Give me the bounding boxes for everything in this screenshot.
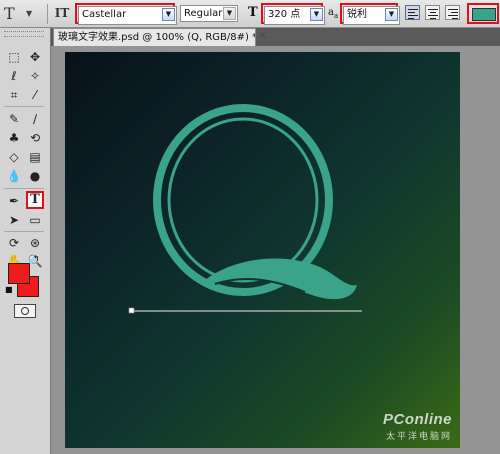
- options-bar: T ▼ IT Castellar ▼ Regular ▼ T 320 点 ▼ a…: [0, 0, 500, 28]
- tool-preset-picker[interactable]: T ▼: [4, 3, 44, 24]
- crop-tool-icon[interactable]: ⌗: [5, 86, 23, 104]
- clone-stamp-icon[interactable]: ♣: [5, 129, 23, 147]
- 3d-orbit-icon[interactable]: ⊛: [26, 234, 44, 252]
- default-colors-icon[interactable]: ■: [5, 285, 13, 294]
- font-size-highlight: 320 点 ▼: [261, 3, 325, 25]
- font-family-select[interactable]: Castellar ▼: [78, 6, 177, 25]
- eyedropper-icon[interactable]: ⁄: [26, 86, 44, 104]
- chevron-down-icon[interactable]: ▼: [385, 8, 398, 21]
- align-center-icon: [428, 9, 438, 10]
- watermark-logo: PConline: [382, 411, 452, 428]
- antialias-value: 锐利: [347, 9, 367, 20]
- font-family-value: Castellar: [82, 9, 127, 20]
- font-size-select[interactable]: 320 点 ▼: [264, 6, 325, 25]
- font-style-value: Regular: [184, 8, 223, 19]
- swap-colors-icon[interactable]: ↰: [33, 254, 40, 263]
- divider: [47, 4, 48, 24]
- type-tool-icon[interactable]: T: [26, 191, 44, 209]
- font-family-highlight: Castellar ▼: [75, 3, 177, 25]
- divider: [4, 106, 44, 107]
- 3d-rotate-icon[interactable]: ⟳: [5, 234, 23, 252]
- eraser-tool-icon[interactable]: ◇: [5, 148, 23, 166]
- chevron-down-icon[interactable]: ▼: [162, 8, 175, 21]
- antialias-highlight: 锐利 ▼: [340, 3, 400, 25]
- chevron-down-icon: ▼: [26, 9, 33, 18]
- q-glyph-layer: [128, 104, 362, 314]
- text-anchor-handle[interactable]: [128, 307, 135, 314]
- font-size-value: 320 点: [268, 9, 301, 20]
- q-inner-ring: [167, 117, 319, 283]
- text-orientation-toggle[interactable]: IT: [52, 4, 72, 24]
- document-tab[interactable]: 玻璃文字效果.psd @ 100% (Q, RGB/8#) *: [53, 28, 256, 46]
- align-left-icon: [408, 9, 418, 10]
- quick-mask-icon[interactable]: [14, 304, 36, 318]
- watermark-subtitle: 太平洋电脑网: [385, 432, 452, 442]
- close-icon[interactable]: ×: [258, 29, 270, 43]
- brush-tool-icon[interactable]: ∕: [26, 110, 44, 128]
- chevron-down-icon[interactable]: ▼: [223, 7, 236, 20]
- marquee-tool-icon[interactable]: ⬚: [5, 48, 23, 66]
- watermark: PConline 太平洋电脑网: [383, 411, 452, 442]
- divider: [4, 231, 44, 232]
- align-right-button[interactable]: [445, 5, 460, 20]
- type-tool-icon: T: [4, 4, 15, 23]
- font-size-icon: T: [248, 5, 258, 20]
- font-style-select[interactable]: Regular ▼: [180, 5, 238, 22]
- lasso-tool-icon[interactable]: ℓ: [5, 67, 23, 85]
- healing-brush-icon[interactable]: ✎: [5, 110, 23, 128]
- panel-grip[interactable]: [4, 31, 44, 37]
- divider: [4, 188, 44, 189]
- blur-tool-icon[interactable]: 💧: [5, 167, 23, 185]
- path-selection-icon[interactable]: ➤: [5, 211, 23, 229]
- gradient-tool-icon[interactable]: ▤: [26, 148, 44, 166]
- chevron-down-icon[interactable]: ▼: [310, 8, 323, 21]
- text-orientation-icon: IT: [54, 6, 70, 20]
- document-canvas[interactable]: PConline 太平洋电脑网: [65, 52, 460, 448]
- align-right-icon: [448, 9, 458, 10]
- text-color-highlight: [467, 3, 499, 24]
- tools-panel: ⬚ ✥ ℓ ✧ ⌗ ⁄ ✎ ∕ ♣ ⟲ ◇ ▤ 💧 ● ✒ T ➤ ▭ ⟳ ⊛ …: [0, 28, 51, 454]
- move-tool-icon[interactable]: ✥: [26, 48, 44, 66]
- magic-wand-icon[interactable]: ✧: [26, 67, 44, 85]
- shape-tool-icon[interactable]: ▭: [26, 211, 44, 229]
- foreground-color-swatch[interactable]: [8, 263, 30, 284]
- history-brush-icon[interactable]: ⟲: [26, 129, 44, 147]
- dodge-tool-icon[interactable]: ●: [26, 167, 44, 185]
- document-tab-title: 玻璃文字效果.psd @ 100% (Q, RGB/8#) *: [58, 32, 256, 43]
- pen-tool-icon[interactable]: ✒: [5, 192, 23, 210]
- align-center-button[interactable]: [425, 5, 440, 20]
- antialias-select[interactable]: 锐利 ▼: [343, 6, 400, 25]
- text-color-swatch[interactable]: [472, 8, 496, 21]
- align-left-button[interactable]: [405, 5, 420, 20]
